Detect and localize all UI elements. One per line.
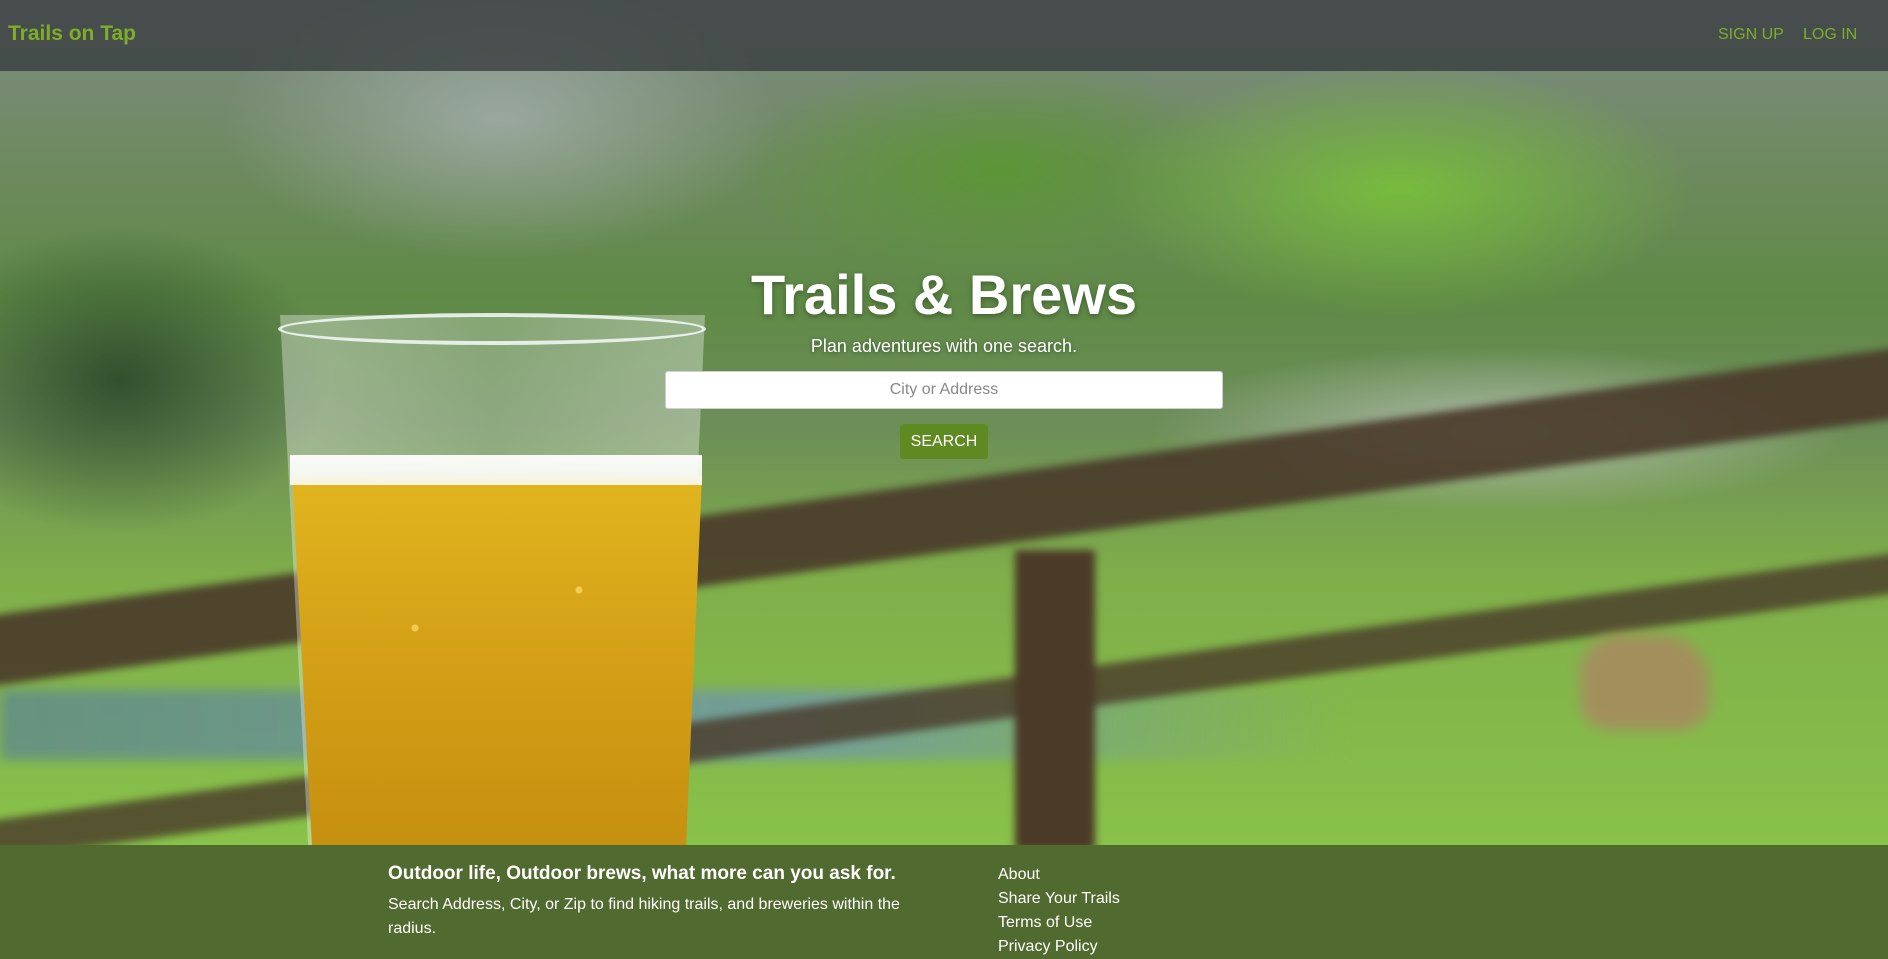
footer-link-share-trails[interactable]: Share Your Trails xyxy=(998,887,1120,911)
hero-content: Trails & Brews Plan adventures with one … xyxy=(0,262,1888,459)
footer: Outdoor life, Outdoor brews, what more c… xyxy=(0,845,1888,959)
sign-up-link[interactable]: SIGN UP xyxy=(1718,26,1784,44)
fence-post xyxy=(1015,550,1095,845)
search-button[interactable]: SEARCH xyxy=(899,424,989,459)
page-subtitle: Plan adventures with one search. xyxy=(810,336,1078,356)
footer-about: Outdoor life, Outdoor brews, what more c… xyxy=(388,863,928,941)
search-input[interactable] xyxy=(665,371,1223,409)
footer-link-about[interactable]: About xyxy=(998,863,1120,887)
footer-link-privacy[interactable]: Privacy Policy xyxy=(998,935,1120,959)
footer-link-terms[interactable]: Terms of Use xyxy=(998,911,1120,935)
page-title: Trails & Brews xyxy=(751,263,1137,326)
beer xyxy=(292,476,702,845)
brand-logo[interactable]: Trails on Tap xyxy=(8,22,136,46)
footer-heading: Outdoor life, Outdoor brews, what more c… xyxy=(388,863,896,884)
footer-links: About Share Your Trails Terms of Use Pri… xyxy=(998,863,1120,959)
log-in-link[interactable]: LOG IN xyxy=(1803,26,1857,44)
footer-description: Search Address, City, or Zip to find hik… xyxy=(388,896,900,937)
grazing-cow xyxy=(1580,635,1710,730)
top-navbar: Trails on Tap SIGN UP LOG IN xyxy=(0,0,1888,71)
beer-foam xyxy=(290,455,702,485)
